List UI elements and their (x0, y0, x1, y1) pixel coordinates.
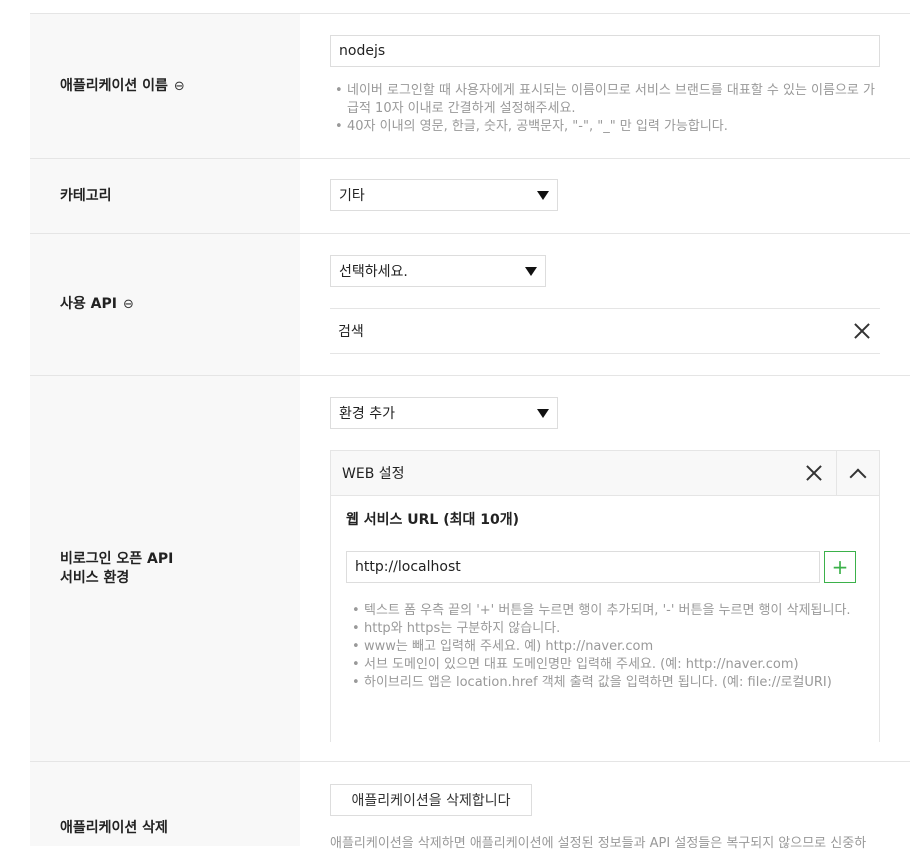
help-item: 서브 도메인이 있으면 대표 도메인명만 입력해 주세요. (예: http:/… (349, 656, 859, 674)
app-name-label: 애플리케이션 이름 (60, 77, 168, 94)
close-icon[interactable] (806, 465, 822, 481)
environment-select[interactable]: 환경 추가 (330, 397, 558, 429)
add-url-button[interactable]: + (824, 551, 856, 583)
caret-down-icon (537, 190, 549, 200)
row-api: 사용 API ⊖ 선택하세요. 검색 (30, 234, 910, 376)
caret-down-icon (525, 266, 537, 276)
api-label: 사용 API (60, 296, 117, 312)
delete-label: 애플리케이션 삭제 (60, 820, 168, 836)
app-name-help-list: 네이버 로그인할 때 사용자에게 표시되는 이름이므로 서비스 브랜드를 대표할… (332, 82, 877, 136)
close-icon[interactable] (854, 323, 870, 339)
field-cell: 기타 (330, 159, 910, 233)
api-selected: 선택하세요. (339, 264, 408, 280)
label-cell: 비로그인 오픈 API 서비스 환경 (30, 376, 300, 761)
header-divider (836, 451, 837, 496)
url-heading: 웹 서비스 URL (최대 10개) (346, 512, 520, 528)
environment-selected: 환경 추가 (339, 406, 395, 422)
delete-button-label: 애플리케이션을 삭제합니다 (351, 793, 511, 809)
label-cell: 애플리케이션 삭제 (30, 762, 300, 846)
help-item: 네이버 로그인할 때 사용자에게 표시되는 이름이므로 서비스 브랜드를 대표할… (332, 82, 877, 118)
link-icon[interactable]: ⊖ (174, 77, 185, 96)
help-item: http와 https는 구분하지 않습니다. (349, 620, 859, 638)
app-name-value: nodejs (339, 43, 386, 59)
app-name-input[interactable]: nodejs (330, 35, 880, 67)
row-delete: 애플리케이션 삭제 애플리케이션을 삭제합니다 애플리케이션을 삭제하면 애플리… (30, 762, 910, 851)
label-cell: 애플리케이션 이름 ⊖ (30, 14, 300, 158)
row-app-name: 애플리케이션 이름 ⊖ nodejs 네이버 로그인할 때 사용자에게 표시되는… (30, 14, 910, 159)
category-label: 카테고리 (60, 187, 112, 204)
label-cell: 사용 API ⊖ (30, 234, 300, 375)
row-category: 카테고리 기타 (30, 159, 910, 234)
field-cell: nodejs 네이버 로그인할 때 사용자에게 표시되는 이름이므로 서비스 브… (330, 14, 910, 158)
help-item: www는 빼고 입력해 주세요. 예) http://naver.com (349, 638, 859, 656)
field-cell: 애플리케이션을 삭제합니다 애플리케이션을 삭제하면 애플리케이션에 설정된 정… (330, 762, 910, 851)
environment-label-line2: 서비스 환경 (60, 569, 130, 586)
link-icon[interactable]: ⊖ (123, 295, 134, 314)
delete-app-button[interactable]: 애플리케이션을 삭제합니다 (330, 784, 532, 816)
web-settings-title: WEB 설정 (342, 466, 405, 482)
caret-down-icon (537, 408, 549, 418)
help-item: 텍스트 폼 우측 끝의 '+' 버튼을 누르면 행이 추가되며, '-' 버튼을… (349, 602, 859, 620)
api-item-label: 검색 (338, 324, 364, 340)
web-help-list: 텍스트 폼 우측 끝의 '+' 버튼을 누르면 행이 추가되며, '-' 버튼을… (349, 602, 859, 692)
help-item: 40자 이내의 영문, 한글, 숫자, 공백문자, "-", "_" 만 입력 … (332, 118, 877, 136)
field-cell: 선택하세요. 검색 (330, 234, 910, 375)
category-select[interactable]: 기타 (330, 179, 558, 211)
web-settings-panel: WEB 설정 웹 서비스 URL (최대 10개) http://localho… (330, 450, 880, 742)
field-cell: 환경 추가 WEB 설정 웹 서비스 URL (최대 10개) http://l… (330, 376, 910, 761)
web-url-value: http://localhost (355, 559, 461, 575)
api-select[interactable]: 선택하세요. (330, 255, 546, 287)
label-cell: 카테고리 (30, 159, 300, 233)
web-settings-header: WEB 설정 (331, 451, 879, 496)
delete-help-text: 애플리케이션을 삭제하면 애플리케이션에 설정된 정보들과 API 설정들은 복… (330, 836, 867, 851)
environment-label: 비로그인 오픈 API 서비스 환경 (60, 550, 173, 588)
row-environment: 비로그인 오픈 API 서비스 환경 환경 추가 WEB 설정 웹 서비스 UR… (30, 376, 910, 762)
api-item-search: 검색 (330, 308, 880, 354)
plus-icon: + (831, 555, 849, 579)
environment-label-line1: 비로그인 오픈 API (60, 550, 174, 567)
web-url-input[interactable]: http://localhost (346, 551, 820, 583)
category-selected: 기타 (339, 188, 365, 204)
help-item: 하이브리드 앱은 location.href 객체 출력 값을 입력하면 됩니다… (349, 674, 859, 692)
